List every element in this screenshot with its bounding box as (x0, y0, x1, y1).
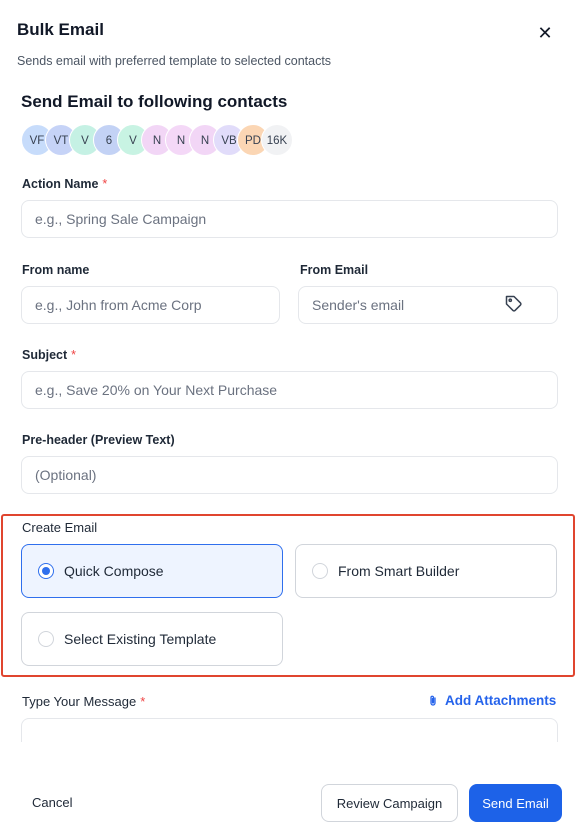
send-email-button[interactable]: Send Email (469, 784, 562, 822)
radio-smart-builder[interactable] (312, 563, 328, 579)
message-label: Type Your Message * (22, 694, 146, 709)
option-quick-compose-label: Quick Compose (64, 563, 164, 579)
action-name-label: Action Name * (22, 177, 108, 191)
add-attachments-link[interactable]: Add Attachments (427, 693, 556, 708)
message-editor[interactable] (21, 718, 558, 742)
add-attachments-label: Add Attachments (445, 693, 557, 708)
modal-subtitle: Sends email with preferred template to s… (17, 54, 332, 68)
create-email-label: Create Email (22, 520, 98, 535)
cancel-button[interactable]: Cancel (32, 795, 72, 810)
paperclip-icon (430, 695, 436, 706)
contacts-heading: Send Email to following contacts (21, 92, 288, 111)
contact-avatar: 16K (261, 124, 293, 156)
option-existing-template[interactable]: Select Existing Template (21, 612, 283, 666)
option-quick-compose[interactable]: Quick Compose (21, 544, 283, 598)
subject-label: Subject * (22, 348, 77, 362)
subject-input[interactable] (21, 371, 558, 409)
tag-icon[interactable] (505, 295, 523, 313)
from-name-label: From name (22, 263, 90, 277)
close-icon[interactable]: ✕ (536, 24, 554, 42)
option-existing-template-label: Select Existing Template (64, 631, 217, 647)
option-smart-builder-label: From Smart Builder (338, 563, 460, 579)
radio-quick-compose[interactable] (38, 563, 54, 579)
preheader-label: Pre-header (Preview Text) (22, 433, 175, 447)
modal-title: Bulk Email (17, 20, 104, 39)
contact-avatars: VF VT V 6 V N N N VB PD 16K (21, 124, 293, 156)
review-campaign-button[interactable]: Review Campaign (321, 784, 458, 822)
from-name-input[interactable] (21, 286, 280, 324)
option-smart-builder[interactable]: From Smart Builder (295, 544, 557, 598)
preheader-input[interactable] (21, 456, 558, 494)
radio-existing-template[interactable] (38, 631, 54, 647)
from-email-label: From Email (300, 263, 369, 277)
action-name-input[interactable] (21, 200, 558, 238)
